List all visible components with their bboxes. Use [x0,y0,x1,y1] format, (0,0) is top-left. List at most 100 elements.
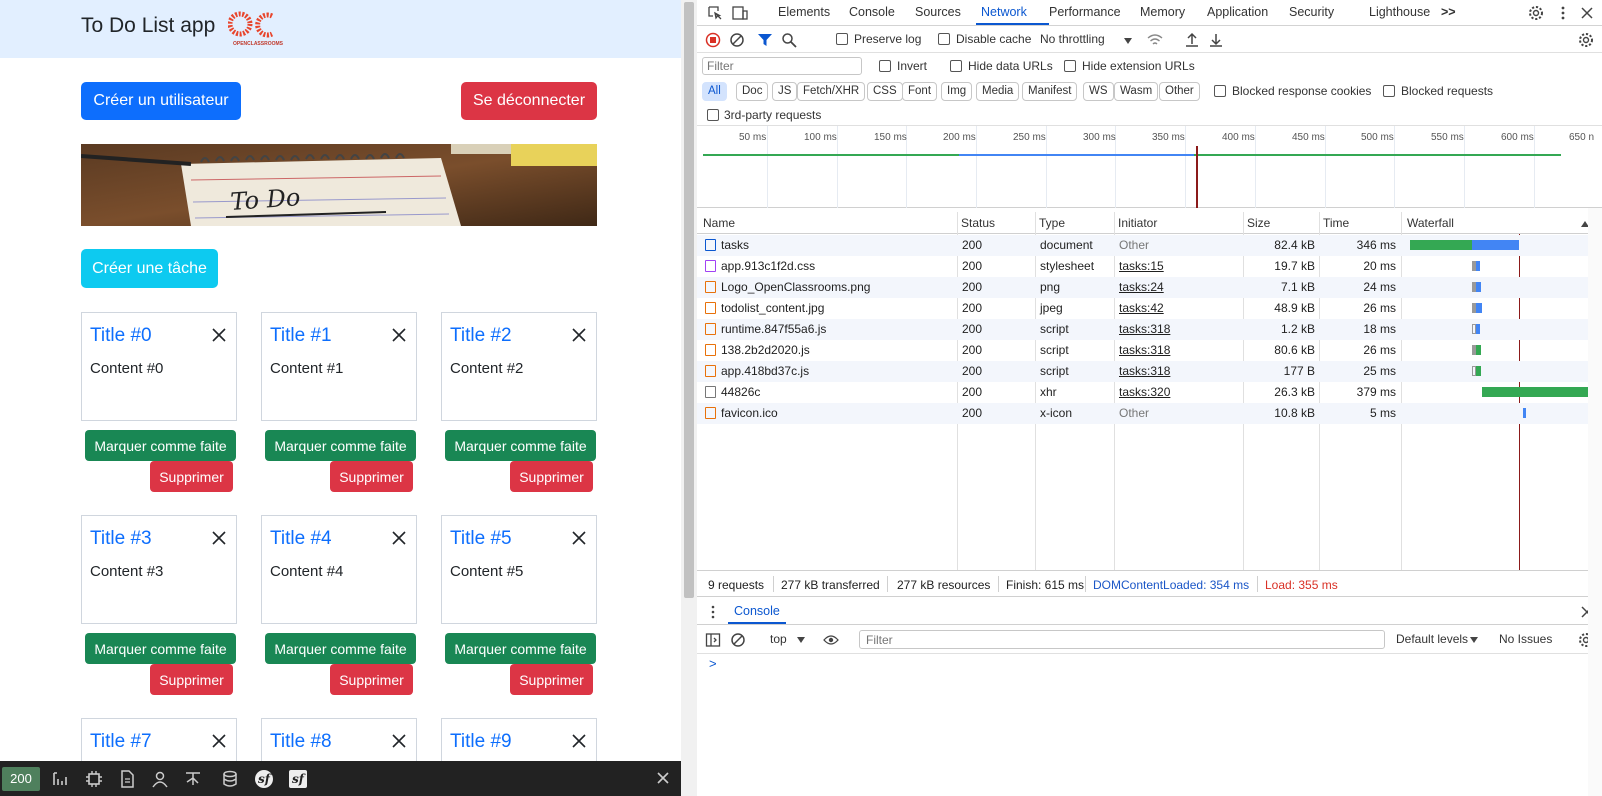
clear-console-icon[interactable] [730,632,746,648]
tree-icon[interactable] [183,769,203,789]
delete-button[interactable]: Supprimer [150,664,233,695]
type-filter-css[interactable]: CSS [867,82,903,101]
status-badge[interactable]: 200 [2,767,40,791]
close-icon[interactable] [391,327,407,343]
console-prompt[interactable]: > [709,656,717,671]
request-initiator[interactable]: tasks:42 [1119,301,1164,315]
close-icon[interactable] [571,733,587,749]
delete-button[interactable]: Supprimer [330,461,413,492]
type-filter-fetch-xhr[interactable]: Fetch/XHR [797,82,866,101]
request-name[interactable]: app.913c1f2d.css [721,259,815,273]
tab-network[interactable]: Network [981,5,1027,19]
type-filter-manifest[interactable]: Manifest [1022,82,1078,101]
tab-elements[interactable]: Elements [778,5,830,19]
request-name[interactable]: runtime.847f55a6.js [721,322,826,336]
column-initiator[interactable]: Initiator [1118,216,1157,230]
close-icon[interactable] [391,530,407,546]
drawer-tab-console[interactable]: Console [734,604,780,618]
mark-done-button[interactable]: Marquer comme faite [445,430,596,461]
type-filter-other[interactable]: Other [1159,82,1200,101]
network-overview-timeline[interactable]: 50 ms 100 ms 150 ms 200 ms 250 ms 300 ms… [697,126,1602,208]
request-name[interactable]: tasks [721,238,749,252]
column-status[interactable]: Status [961,216,995,230]
console-filter-input[interactable] [859,630,1385,649]
user-icon[interactable] [150,769,170,789]
close-icon[interactable] [1579,5,1595,21]
task-title[interactable]: Title #0 [90,325,152,347]
close-icon[interactable] [654,769,672,787]
sidebar-toggle-icon[interactable] [705,632,721,648]
tab-lighthouse[interactable]: Lighthouse [1369,5,1430,19]
table-row[interactable]: runtime.847f55a6.js 200 script tasks:318… [697,319,1602,340]
request-name[interactable]: 138.2b2d2020.js [721,343,810,357]
throttling-select[interactable]: No throttling [1040,32,1105,46]
close-icon[interactable] [571,530,587,546]
import-har-icon[interactable] [1184,32,1200,48]
hide-data-urls-checkbox[interactable] [950,60,962,72]
preserve-log-checkbox[interactable] [836,33,848,45]
type-filter-doc[interactable]: Doc [736,82,769,101]
create-task-button[interactable]: Créer une tâche [81,249,218,288]
export-har-icon[interactable] [1208,32,1224,48]
symfony-config-icon[interactable]: sf [288,769,308,789]
column-name[interactable]: Name [703,216,735,230]
blocked-cookies-checkbox[interactable] [1214,85,1226,97]
delete-button[interactable]: Supprimer [150,461,233,492]
task-title[interactable]: Title #8 [270,731,332,753]
table-row[interactable]: 138.2b2d2020.js 200 script tasks:318 80.… [697,340,1602,361]
type-filter-media[interactable]: Media [976,82,1020,101]
mark-done-button[interactable]: Marquer comme faite [265,633,416,664]
document-icon[interactable] [117,769,137,789]
table-row[interactable]: app.913c1f2d.css 200 stylesheet tasks:15… [697,256,1602,277]
app-title[interactable]: To Do List app [81,14,215,38]
type-filter-wasm[interactable]: Wasm [1114,82,1159,101]
table-row[interactable]: tasks 200 document Other 82.4 kB 346 ms [697,235,1602,256]
task-title[interactable]: Title #3 [90,528,152,550]
create-user-button[interactable]: Créer un utilisateur [81,82,241,120]
close-icon[interactable] [211,733,227,749]
type-filter-ws[interactable]: WS [1083,82,1114,101]
log-levels-select[interactable]: Default levels [1396,632,1468,646]
column-time[interactable]: Time [1323,216,1349,230]
request-name[interactable]: Logo_OpenClassrooms.png [721,280,870,294]
issues-counter[interactable]: No Issues [1499,632,1552,646]
tab-performance[interactable]: Performance [1049,5,1121,19]
request-initiator[interactable]: tasks:318 [1119,322,1170,336]
column-type[interactable]: Type [1039,216,1065,230]
chevron-down-icon[interactable] [1466,632,1482,648]
invert-checkbox[interactable] [879,60,891,72]
close-icon[interactable] [211,530,227,546]
drawer-menu-icon[interactable] [705,604,721,620]
logout-button[interactable]: Se déconnecter [461,82,597,120]
type-filter-js[interactable]: JS [772,82,798,101]
inspect-element-icon[interactable] [707,5,723,21]
hide-extension-urls-checkbox[interactable] [1064,60,1076,72]
network-settings-icon[interactable] [1578,32,1594,48]
type-filter-font[interactable]: Font [902,82,938,101]
task-title[interactable]: Title #1 [270,325,332,347]
timeline-icon[interactable] [51,769,71,789]
request-initiator[interactable]: tasks:320 [1119,385,1170,399]
request-name[interactable]: 44826c [721,385,760,399]
close-icon[interactable] [211,327,227,343]
tab-application[interactable]: Application [1207,5,1268,19]
openclassrooms-logo[interactable]: OPENCLASSROOMS [228,10,288,48]
clear-icon[interactable] [729,32,745,48]
type-filter-all[interactable]: All [702,82,727,101]
request-name[interactable]: app.418bd37c.js [721,364,809,378]
task-title[interactable]: Title #9 [450,731,512,753]
close-icon[interactable] [571,327,587,343]
search-icon[interactable] [781,32,797,48]
context-select[interactable]: top [770,632,787,646]
more-options-icon[interactable] [1555,5,1571,21]
scrollbar-thumb[interactable] [684,2,694,598]
network-conditions-icon[interactable] [1147,32,1163,48]
third-party-checkbox[interactable] [707,109,719,121]
mark-done-button[interactable]: Marquer comme faite [85,430,236,461]
task-title[interactable]: Title #5 [450,528,512,550]
table-row[interactable]: app.418bd37c.js 200 script tasks:318 177… [697,361,1602,382]
task-title[interactable]: Title #2 [450,325,512,347]
task-title[interactable]: Title #4 [270,528,332,550]
delete-button[interactable]: Supprimer [510,461,593,492]
close-icon[interactable] [391,733,407,749]
